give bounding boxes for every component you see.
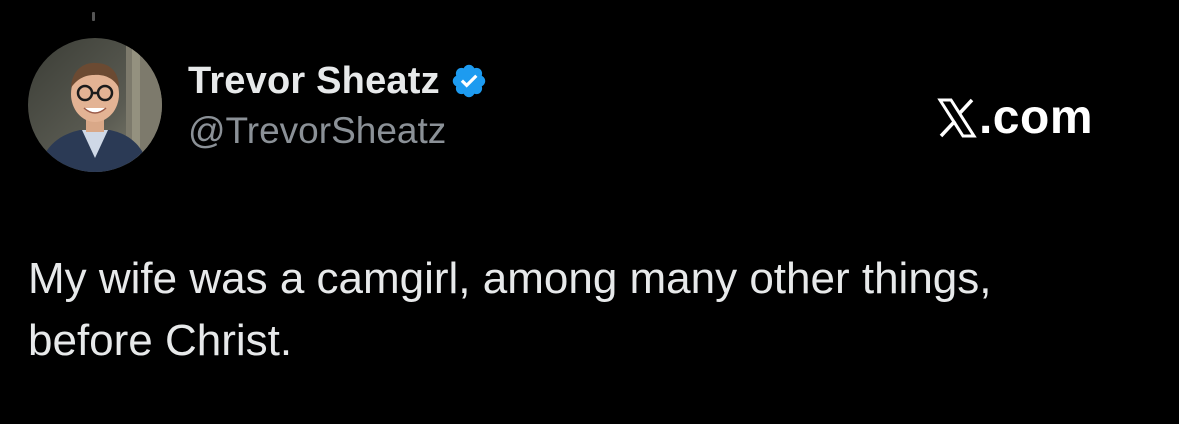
avatar-photo xyxy=(28,38,162,172)
author-name-row: Trevor Sheatz xyxy=(188,58,488,104)
author-handle[interactable]: @TrevorSheatz xyxy=(188,110,488,152)
site-domain-text: .com xyxy=(978,91,1093,144)
tweet-body: My wife was a camgirl, among many other … xyxy=(28,248,1153,372)
site-watermark[interactable]: .com xyxy=(937,90,1093,145)
verified-badge-icon xyxy=(450,62,488,100)
author-avatar[interactable] xyxy=(28,38,162,172)
tweet-header: Trevor Sheatz @TrevorSheatz .com xyxy=(28,38,1151,172)
author-block: Trevor Sheatz @TrevorSheatz xyxy=(188,58,488,152)
tweet-body-line: before Christ. xyxy=(28,316,293,365)
author-display-name[interactable]: Trevor Sheatz xyxy=(188,60,440,103)
x-logo-icon xyxy=(937,97,977,139)
tweet-body-line: My wife was a camgirl, among many other … xyxy=(28,254,992,303)
top-edge-mark xyxy=(92,12,95,21)
